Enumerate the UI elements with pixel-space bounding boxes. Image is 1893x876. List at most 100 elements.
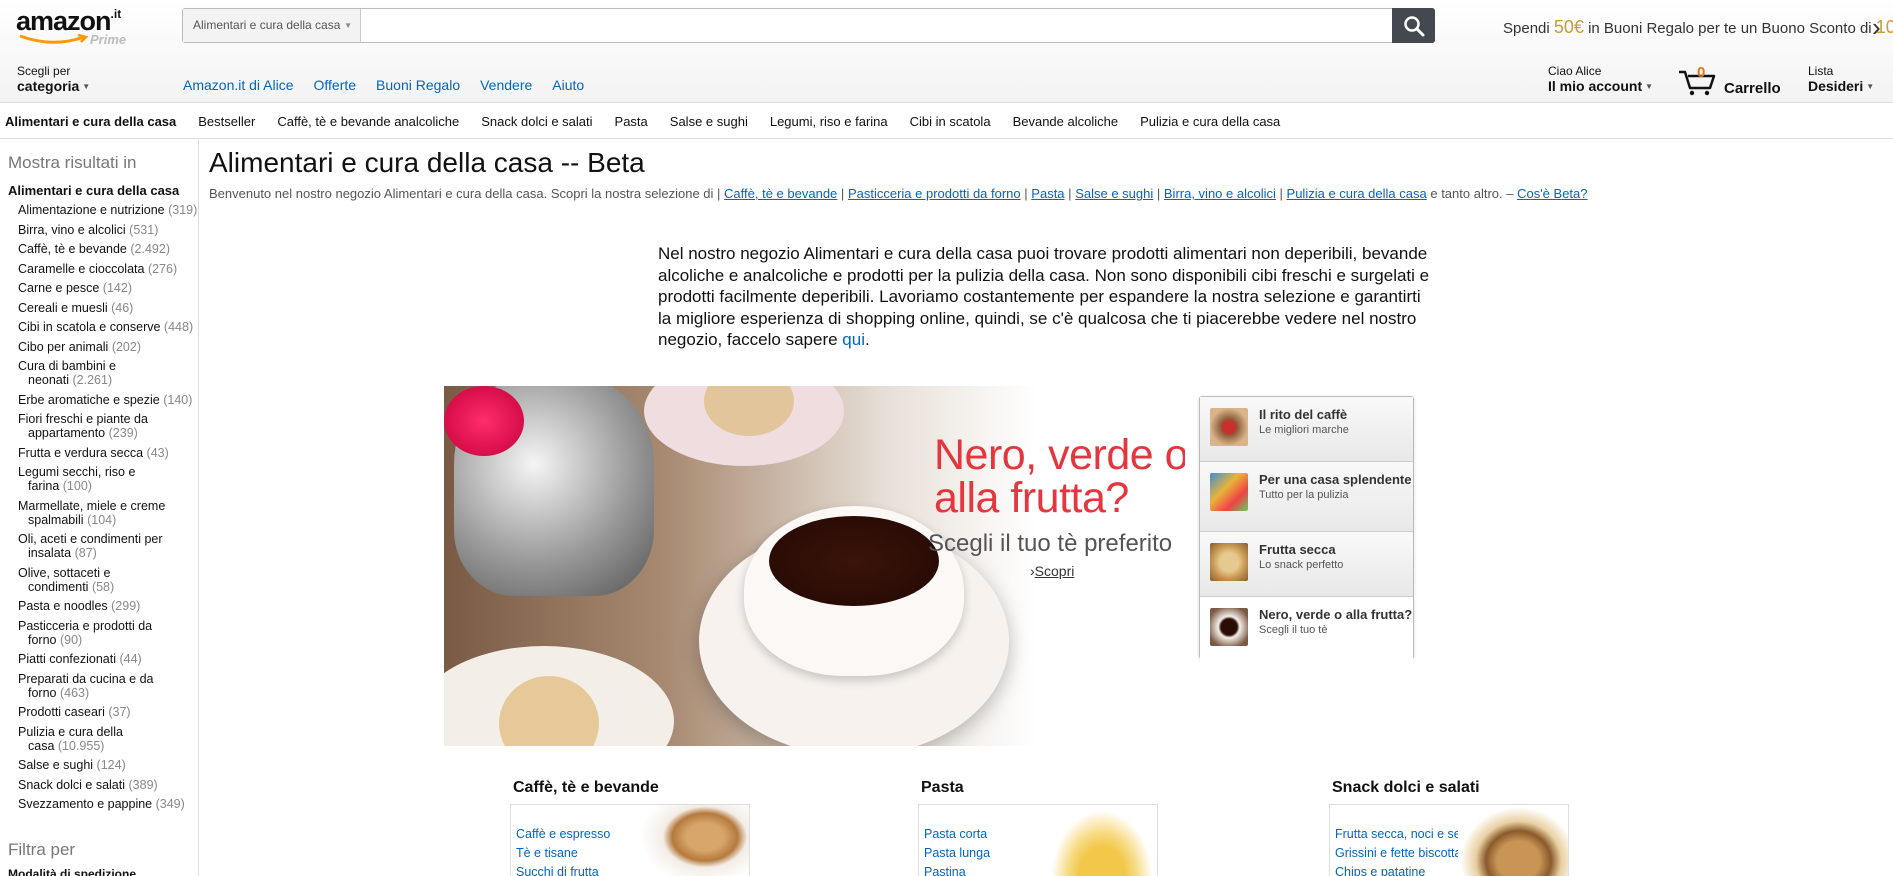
sidebar-category-item[interactable]: Salse e sughi (124) xyxy=(18,758,198,772)
intro-link-sauces[interactable]: Salse e sughi xyxy=(1075,186,1153,201)
account-greeting: Ciao Alice xyxy=(1548,64,1602,78)
wishlist-small: Lista xyxy=(1808,64,1834,78)
sidebar-category-label-cont: condimenti xyxy=(28,579,89,594)
intro-link-alcohol[interactable]: Birra, vino e alcolici xyxy=(1164,186,1276,201)
intro-link-pasta[interactable]: Pasta xyxy=(1031,186,1064,201)
category-trigger-big: categoria xyxy=(17,78,80,94)
sidebar-category-label-cont: insalata xyxy=(28,546,72,560)
sidebar-category-item[interactable]: Fiori freschi e piante da appartamento (2… xyxy=(18,412,198,440)
subnav-item-alcohol[interactable]: Bevande alcoliche xyxy=(1013,114,1119,129)
category-title[interactable]: Snack dolci e salati xyxy=(1332,779,1569,797)
logo-prime: Prime xyxy=(90,32,127,47)
sidebar-category-label-line2: casa (10.955) xyxy=(18,739,198,753)
sidebar-category-label: Marmellate, miele e creme xyxy=(18,498,166,513)
chevron-right-icon[interactable]: › xyxy=(1872,12,1881,43)
hero-tab-dried-fruit[interactable]: Frutta secca Lo snack perfetto xyxy=(1200,532,1413,597)
sidebar-category-item[interactable]: Birra, vino e alcolici (531) xyxy=(18,223,198,237)
sidebar-category-item[interactable]: Pulizia e cura della casa (10.955) xyxy=(18,725,198,753)
hero-tab-cleaning[interactable]: Per una casa splendente Tutto per la pul… xyxy=(1200,462,1413,532)
subnav-item-legumes[interactable]: Legumi, riso e farina xyxy=(770,114,888,129)
intro-link-coffee[interactable]: Caffè, tè e bevande xyxy=(724,186,837,201)
subnav-item-grocery[interactable]: Alimentari e cura della casa xyxy=(5,114,176,129)
subnav-item-sauces[interactable]: Salse e sughi xyxy=(670,114,748,129)
sidebar-category-label: Cura di bambini e xyxy=(18,359,116,373)
intro-link-bakery[interactable]: Pasticceria e prodotti da forno xyxy=(848,186,1021,201)
sidebar-category-item[interactable]: Cibo per animali (202) xyxy=(18,340,198,354)
subnav-item-coffee-tea[interactable]: Caffè, tè e bevande analcoliche xyxy=(277,114,459,129)
sidebar-category-item[interactable]: Caramelle e cioccolata (276) xyxy=(18,262,198,276)
filter-heading: Filtra per xyxy=(8,840,76,859)
sidebar-category-label-cont: farina xyxy=(28,479,60,493)
nav-link-help[interactable]: Aiuto xyxy=(552,77,584,93)
sidebar-category-item[interactable]: Caffè, tè e bevande (2.492) xyxy=(18,242,198,256)
category-title[interactable]: Pasta xyxy=(921,779,1158,797)
snacks-category-image[interactable] xyxy=(1458,805,1568,876)
sidebar-category-item[interactable]: Marmellate, miele e creme spalmabili (104… xyxy=(18,499,198,527)
hero-tab-title: Il rito del caffè xyxy=(1259,407,1348,422)
intro-link-beta[interactable]: Cos'è Beta? xyxy=(1517,186,1587,201)
sidebar-category-count: (124) xyxy=(96,758,126,772)
search-department-dropdown[interactable]: Alimentari e cura della casa ▼ xyxy=(183,9,361,42)
coffee-category-image[interactable] xyxy=(639,805,749,876)
account-label: Il mio account xyxy=(1548,78,1643,94)
cart-button[interactable]: 0 Carrello xyxy=(1678,64,1781,97)
sidebar-category-item[interactable]: Svezzamento e pappine (349) xyxy=(18,797,198,811)
sidebar-category-item[interactable]: Erbe aromatiche e spezie (140) xyxy=(18,393,198,407)
sidebar-category-item[interactable]: Frutta e verdura secca (43) xyxy=(18,446,198,460)
sidebar-category-label: Caramelle e cioccolata xyxy=(18,261,145,276)
hero-tab-tea[interactable]: Nero, verde o alla frutta? Scegli il tuo… xyxy=(1200,597,1413,663)
sidebar-category-item[interactable]: Snack dolci e salati (389) xyxy=(18,778,198,792)
promo-banner[interactable]: Spendi 50€ in Buoni Regalo per te un Buo… xyxy=(1503,17,1893,38)
sidebar-category-label: Svezzamento e pappine xyxy=(18,797,153,811)
amazon-logo[interactable]: amazon.it Prime xyxy=(16,6,146,47)
sidebar-category-item[interactable]: Pasta e noodles (299) xyxy=(18,599,198,613)
pasta-category-image[interactable] xyxy=(1047,805,1157,876)
sidebar-category-item[interactable]: Prodotti caseari (37) xyxy=(18,705,198,719)
subnav-item-snacks[interactable]: Snack dolci e salati xyxy=(481,114,592,129)
hero-banner[interactable]: Nero, verde o alla frutta? Scegli il tuo… xyxy=(444,386,1185,746)
subnav-item-canned[interactable]: Cibi in scatola xyxy=(910,114,991,129)
sidebar-category-item[interactable]: Oli, aceti e condimenti per insalata (87) xyxy=(18,532,198,560)
sidebar-category-item[interactable]: Pasticceria e prodotti da forno (90) xyxy=(18,619,198,647)
chevron-down-icon: ▼ xyxy=(344,21,352,30)
description-contact-link[interactable]: qui xyxy=(842,330,865,349)
sidebar-category-item[interactable]: Alimentazione e nutrizione (319) xyxy=(18,203,198,217)
sidebar-current-category: Alimentari e cura della casa xyxy=(8,183,180,198)
nav-link-deals[interactable]: Offerte xyxy=(314,77,357,93)
sidebar-category-item[interactable]: Olive, sottaceti e condimenti (58) xyxy=(18,566,198,594)
hero-cta-link[interactable]: ›Scopri xyxy=(1030,563,1074,579)
caret-down-icon: ▼ xyxy=(82,82,91,91)
subnav-item-pasta[interactable]: Pasta xyxy=(615,114,648,129)
search-input[interactable] xyxy=(361,9,1434,42)
search-button[interactable] xyxy=(1392,8,1435,43)
account-menu[interactable]: Ciao Alice Il mio account ▼ xyxy=(1548,64,1653,94)
wishlist-menu[interactable]: Lista Desideri ▼ xyxy=(1808,64,1874,94)
sidebar-category-item[interactable]: Carne e pesce (142) xyxy=(18,281,198,295)
intro-link-cleaning[interactable]: Pulizia e cura della casa xyxy=(1287,186,1427,201)
sidebar-category-item[interactable]: Preparati da cucina e da forno (463) xyxy=(18,672,198,700)
sidebar-category-item[interactable]: Legumi secchi, riso e farina (100) xyxy=(18,465,198,493)
intro-sep: | xyxy=(1024,186,1028,201)
subnav-item-cleaning[interactable]: Pulizia e cura della casa xyxy=(1140,114,1280,129)
cart-count: 0 xyxy=(1697,64,1706,81)
sidebar-category-item[interactable]: Cura di bambini e neonati (2.261) xyxy=(18,359,198,387)
subnav-item-bestseller[interactable]: Bestseller xyxy=(198,114,255,129)
promo-mid: in Buoni Regalo per te un Buono Sconto d… xyxy=(1583,20,1876,37)
sidebar-category-item[interactable]: Cibi in scatola e conserve (448) xyxy=(18,320,198,334)
category-title[interactable]: Caffè, tè e bevande xyxy=(513,779,750,797)
sidebar-category-item[interactable]: Cereali e muesli (46) xyxy=(18,301,198,315)
header: amazon.it Prime Alimentari e cura della … xyxy=(0,0,1893,103)
search-department-label: Alimentari e cura della casa xyxy=(193,18,341,32)
intro-sep: | xyxy=(1068,186,1072,201)
sidebar-category-count: (2.261) xyxy=(72,373,113,387)
cart-label: Carrello xyxy=(1724,80,1781,97)
hero-tab-coffee[interactable]: Il rito del caffè Le migliori marche xyxy=(1200,397,1413,462)
sidebar-heading: Mostra risultati in xyxy=(8,153,137,172)
sidebar-category-label: Cibo per animali xyxy=(18,339,109,354)
nav-link-gift-cards[interactable]: Buoni Regalo xyxy=(376,77,460,93)
shop-by-category-button[interactable]: Scegli per categoria ▼ xyxy=(17,64,90,94)
nav-link-sell[interactable]: Vendere xyxy=(480,77,532,93)
nav-link-your-amazon[interactable]: Amazon.it di Alice xyxy=(183,77,294,93)
sidebar-category-item[interactable]: Piatti confezionati (44) xyxy=(18,652,198,666)
sidebar-category-count: (389) xyxy=(128,777,158,792)
